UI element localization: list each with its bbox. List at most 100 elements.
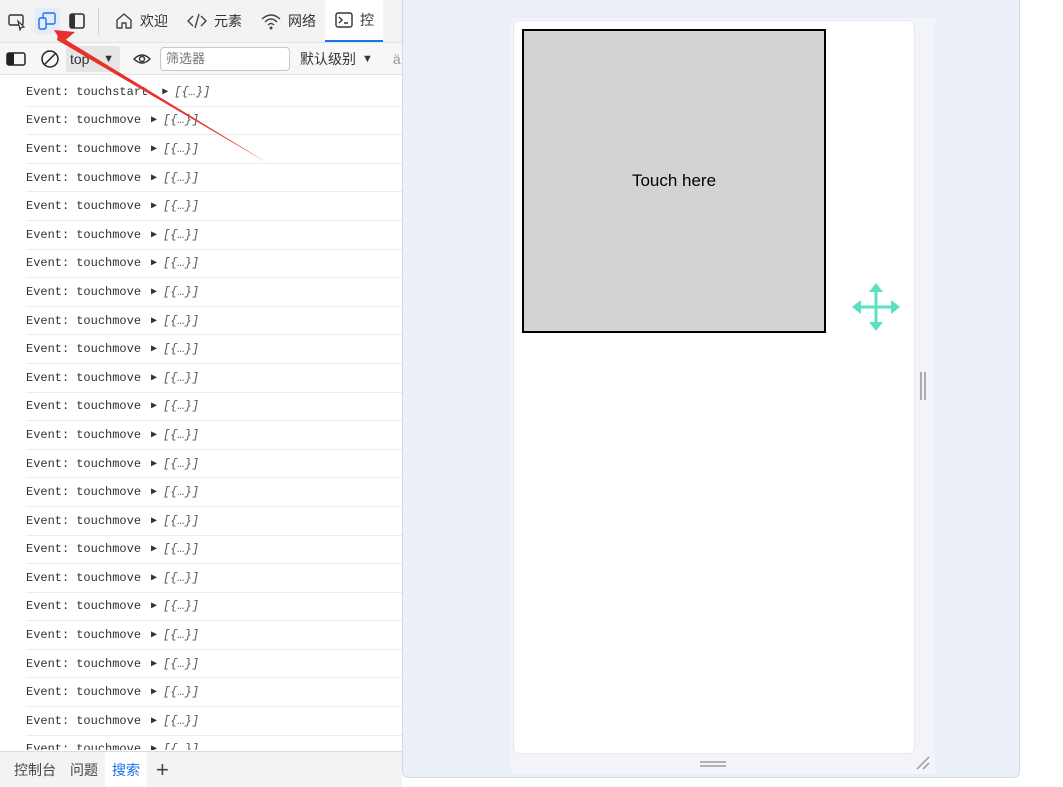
toolbar-overflow-text: ä bbox=[392, 50, 401, 67]
console-row: Event: touchmove ▶ [{…}] bbox=[26, 335, 402, 364]
console-row-object[interactable]: [{…}] bbox=[163, 514, 199, 528]
expand-triangle-icon[interactable]: ▶ bbox=[151, 286, 157, 298]
expand-triangle-icon[interactable]: ▶ bbox=[151, 658, 157, 670]
console-row: Event: touchmove ▶ [{…}] bbox=[26, 536, 402, 565]
console-row-object[interactable]: [{…}] bbox=[163, 742, 199, 750]
expand-triangle-icon[interactable]: ▶ bbox=[151, 400, 157, 412]
tab-elements[interactable]: 元素 bbox=[177, 0, 251, 42]
drawer-tab-issues[interactable]: 问题 bbox=[63, 752, 105, 787]
console-row-event: touchmove bbox=[76, 713, 142, 728]
console-row-object[interactable]: [{…}] bbox=[163, 399, 199, 413]
expand-triangle-icon[interactable]: ▶ bbox=[151, 686, 157, 698]
console-row-object[interactable]: [{…}] bbox=[163, 342, 199, 356]
clear-icon bbox=[41, 49, 59, 68]
console-row-object[interactable]: [{…}] bbox=[163, 314, 199, 328]
resize-corner-handle[interactable] bbox=[915, 755, 931, 771]
console-row-object[interactable]: [{…}] bbox=[163, 371, 199, 385]
filter-input[interactable] bbox=[160, 46, 290, 71]
console-row-object[interactable]: [{…}] bbox=[163, 485, 199, 499]
console-row-prefix: Event: bbox=[26, 113, 70, 128]
console-row-prefix: Event: bbox=[26, 628, 70, 643]
expand-triangle-icon[interactable]: ▶ bbox=[151, 200, 157, 212]
expand-triangle-icon[interactable]: ▶ bbox=[151, 429, 157, 441]
console-row-object[interactable]: [{…}] bbox=[163, 628, 199, 642]
tab-network[interactable]: 网络 bbox=[251, 0, 325, 42]
console-row-object[interactable]: [{…}] bbox=[163, 685, 199, 699]
console-row-prefix: Event: bbox=[26, 227, 70, 242]
console-row: Event: touchmove ▶ [{…}] bbox=[26, 278, 402, 307]
console-row-prefix: Event: bbox=[26, 370, 70, 385]
console-row-event: touchmove bbox=[76, 456, 142, 471]
console-row-object[interactable]: [{…}] bbox=[163, 285, 199, 299]
touch-area[interactable]: Touch here bbox=[522, 29, 826, 333]
console-row-object[interactable]: [{…}] bbox=[163, 142, 199, 156]
console-row-object[interactable]: [{…}] bbox=[163, 228, 199, 242]
console-row-event: touchmove bbox=[76, 542, 142, 557]
console-row-object[interactable]: [{…}] bbox=[163, 599, 199, 613]
console-row-event: touchmove bbox=[76, 113, 142, 128]
add-tab-button[interactable]: + bbox=[147, 759, 178, 781]
expand-triangle-icon[interactable]: ▶ bbox=[151, 600, 157, 612]
dock-side-button[interactable] bbox=[64, 8, 90, 34]
context-select-value: top bbox=[70, 50, 90, 67]
drawer-tab-label: 问题 bbox=[70, 762, 98, 778]
console-row-object[interactable]: [{…}] bbox=[163, 542, 199, 556]
expand-triangle-icon[interactable]: ▶ bbox=[151, 458, 157, 470]
console-row-object[interactable]: [{…}] bbox=[163, 256, 199, 270]
console-row-prefix: Event: bbox=[26, 313, 70, 328]
drawer-tab-console[interactable]: 控制台 bbox=[0, 752, 63, 787]
expand-triangle-icon[interactable]: ▶ bbox=[151, 543, 157, 555]
devtools-tab-bar: 欢迎 元素 网络 控 bbox=[0, 0, 402, 43]
clear-console-button[interactable] bbox=[40, 49, 60, 69]
tab-welcome[interactable]: 欢迎 bbox=[105, 0, 177, 42]
expand-triangle-icon[interactable]: ▶ bbox=[151, 486, 157, 498]
console-row-object[interactable]: [{…}] bbox=[163, 113, 199, 127]
log-level-select[interactable]: 默认级别 ▼ bbox=[300, 49, 373, 69]
resize-height-handle[interactable] bbox=[699, 760, 727, 768]
device-emulation-button[interactable] bbox=[34, 8, 60, 34]
console-row-object[interactable]: [{…}] bbox=[163, 199, 199, 213]
console-row-object[interactable]: [{…}] bbox=[163, 457, 199, 471]
expand-triangle-icon[interactable]: ▶ bbox=[151, 343, 157, 355]
expand-triangle-icon[interactable]: ▶ bbox=[151, 572, 157, 584]
expand-triangle-icon[interactable]: ▶ bbox=[151, 114, 157, 126]
devtools-panel: 欢迎 元素 网络 控 top ▼ 筛选器 默认级别 ▼ ä Event: tou… bbox=[0, 0, 402, 787]
console-row-object[interactable]: [{…}] bbox=[163, 428, 199, 442]
resize-width-handle[interactable] bbox=[919, 371, 927, 401]
console-row: Event: touchmove ▶ [{…}] bbox=[26, 192, 402, 221]
console-row: Event: touchmove ▶ [{…}] bbox=[26, 221, 402, 250]
expand-triangle-icon[interactable]: ▶ bbox=[151, 372, 157, 384]
console-row-object[interactable]: [{…}] bbox=[163, 657, 199, 671]
tab-welcome-label: 欢迎 bbox=[140, 13, 168, 29]
console-row-object[interactable]: [{…}] bbox=[163, 571, 199, 585]
expand-triangle-icon[interactable]: ▶ bbox=[151, 629, 157, 641]
tab-console[interactable]: 控 bbox=[325, 0, 383, 42]
drawer-tab-search[interactable]: 搜索 bbox=[105, 752, 147, 787]
expand-triangle-icon[interactable]: ▶ bbox=[151, 172, 157, 184]
expand-triangle-icon[interactable]: ▶ bbox=[151, 143, 157, 155]
live-expression-button[interactable] bbox=[132, 51, 152, 67]
console-row: Event: touchmove ▶ [{…}] bbox=[26, 478, 402, 507]
expand-triangle-icon[interactable]: ▶ bbox=[151, 257, 157, 269]
console-row-prefix: Event: bbox=[26, 399, 70, 414]
console-row-object[interactable]: [{…}] bbox=[163, 714, 199, 728]
expand-triangle-icon[interactable]: ▶ bbox=[151, 229, 157, 241]
toggle-sidebar-button[interactable] bbox=[6, 51, 26, 67]
expand-triangle-icon[interactable]: ▶ bbox=[151, 515, 157, 527]
console-row-event: touchmove bbox=[76, 170, 142, 185]
console-row-event: touchmove bbox=[76, 370, 142, 385]
console-row-object[interactable]: [{…}] bbox=[163, 171, 199, 185]
console-row-object[interactable]: [{…}] bbox=[174, 85, 210, 99]
expand-triangle-icon[interactable]: ▶ bbox=[151, 715, 157, 727]
console-row: Event: touchstart ▶ [{…}] bbox=[26, 78, 402, 107]
expand-triangle-icon[interactable]: ▶ bbox=[151, 743, 157, 750]
inspect-element-button[interactable] bbox=[4, 8, 30, 34]
expand-triangle-icon[interactable]: ▶ bbox=[162, 86, 168, 98]
expand-triangle-icon[interactable]: ▶ bbox=[151, 315, 157, 327]
eye-icon bbox=[133, 53, 151, 64]
console-row-event: touchmove bbox=[76, 342, 142, 357]
console-row-prefix: Event: bbox=[26, 199, 70, 214]
console-row-event: touchmove bbox=[76, 256, 142, 271]
console-row-event: touchmove bbox=[76, 227, 142, 242]
context-select[interactable]: top ▼ bbox=[66, 45, 120, 72]
